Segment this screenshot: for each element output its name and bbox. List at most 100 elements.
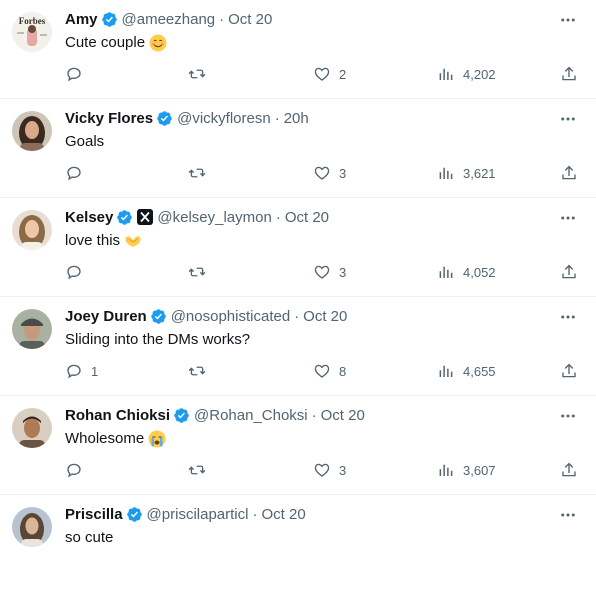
share-icon: [562, 165, 576, 180]
reply-item[interactable]: Vicky Flores @vickyfloresn · 20h Goals 3: [0, 99, 596, 198]
user-name[interactable]: Vicky Flores: [65, 110, 153, 127]
avatar[interactable]: [12, 408, 52, 448]
reply-item[interactable]: Priscilla @priscilaparticl · Oct 20 so c…: [0, 495, 596, 594]
reply-icon: [67, 166, 81, 181]
verified-badge-icon: [117, 209, 133, 225]
user-name[interactable]: Rohan Chioksi: [65, 407, 170, 424]
reply-button[interactable]: [65, 460, 91, 480]
timestamp[interactable]: Oct 20: [285, 209, 329, 226]
retweet-button[interactable]: [188, 361, 206, 381]
like-button[interactable]: 3: [313, 262, 346, 282]
retweet-button[interactable]: [188, 460, 206, 480]
crying-face-emoji: [148, 430, 166, 448]
share-button[interactable]: [560, 460, 578, 480]
avatar[interactable]: [12, 507, 52, 547]
views-button[interactable]: 4,202: [437, 64, 496, 84]
reply-icon: [67, 463, 81, 478]
more-options-icon[interactable]: [558, 109, 578, 129]
timestamp[interactable]: Oct 20: [261, 506, 305, 523]
replies-feed: Forbes Amy @ameezhang · Oct 20 Cute coup…: [0, 0, 596, 561]
more-options-icon[interactable]: [558, 10, 578, 30]
more-options-icon[interactable]: [558, 406, 578, 426]
avatar[interactable]: Forbes: [12, 12, 52, 52]
reply-item[interactable]: Forbes Amy @ameezhang · Oct 20 Cute coup…: [0, 0, 596, 99]
reply-text-content: love this: [65, 232, 121, 249]
reply-button[interactable]: 1: [65, 361, 98, 381]
view-count: 3,621: [463, 165, 496, 181]
action-bar: 1 8 4,655: [0, 361, 596, 381]
views-button[interactable]: 3,607: [437, 460, 496, 480]
reply-count: 1: [91, 363, 99, 379]
like-button[interactable]: 8: [313, 361, 346, 381]
avatar[interactable]: [12, 309, 52, 349]
separator-dot: ·: [311, 406, 317, 424]
share-button[interactable]: [560, 361, 578, 381]
timestamp[interactable]: 20h: [284, 110, 309, 127]
reply-item[interactable]: Rohan Chioksi @Rohan_Choksi · Oct 20 Who…: [0, 396, 596, 495]
heart-icon: [314, 364, 330, 378]
like-count: 3: [339, 264, 347, 280]
views-button[interactable]: 4,655: [437, 361, 496, 381]
share-icon: [562, 462, 576, 477]
like-button[interactable]: 3: [313, 163, 346, 183]
reply-button[interactable]: [65, 262, 91, 282]
views-chart-icon: [439, 266, 453, 278]
reply-icon: [67, 265, 81, 280]
avatar[interactable]: [12, 210, 52, 250]
reply-text: love this: [65, 231, 142, 251]
user-name[interactable]: Amy: [65, 11, 98, 28]
share-button[interactable]: [560, 64, 578, 84]
retweet-button[interactable]: [188, 64, 206, 84]
reply-text: so cute: [65, 528, 113, 548]
view-count: 3,607: [463, 462, 496, 478]
share-button[interactable]: [560, 163, 578, 183]
reply-header: Priscilla @priscilaparticl · Oct 20: [65, 504, 306, 524]
view-count: 4,052: [463, 264, 496, 280]
more-options-icon[interactable]: [558, 208, 578, 228]
reply-button[interactable]: [65, 163, 91, 183]
timestamp[interactable]: Oct 20: [321, 407, 365, 424]
like-count: 2: [339, 66, 347, 82]
retweet-icon: [188, 465, 206, 475]
reply-text-content: Sliding into the DMs works?: [65, 331, 251, 348]
retweet-button[interactable]: [188, 262, 206, 282]
verified-badge-icon: [126, 506, 142, 522]
reply-icon: [67, 67, 81, 82]
timestamp[interactable]: Oct 20: [303, 308, 347, 325]
separator-dot: ·: [274, 109, 280, 127]
views-chart-icon: [439, 464, 453, 476]
more-options-icon[interactable]: [558, 505, 578, 525]
reply-icon: [67, 364, 81, 379]
user-name[interactable]: Joey Duren: [65, 308, 147, 325]
reply-header: Vicky Flores @vickyfloresn · 20h: [65, 108, 309, 128]
retweet-button[interactable]: [188, 163, 206, 183]
user-name[interactable]: Kelsey: [65, 209, 113, 226]
heart-icon: [314, 463, 330, 477]
views-button[interactable]: 4,052: [437, 262, 496, 282]
like-button[interactable]: 2: [313, 64, 346, 84]
views-button[interactable]: 3,621: [437, 163, 496, 183]
heart-icon: [314, 265, 330, 279]
user-handle[interactable]: @priscilaparticl: [147, 506, 249, 523]
user-handle[interactable]: @kelsey_laymon: [157, 209, 271, 226]
more-options-icon[interactable]: [558, 307, 578, 327]
svg-text:Forbes: Forbes: [19, 16, 46, 26]
views-chart-icon: [439, 68, 453, 80]
timestamp[interactable]: Oct 20: [228, 11, 272, 28]
avatar[interactable]: [12, 111, 52, 151]
share-button[interactable]: [560, 262, 578, 282]
user-handle[interactable]: @Rohan_Choksi: [194, 407, 308, 424]
reply-item[interactable]: Joey Duren @nosophisticated · Oct 20 Sli…: [0, 297, 596, 396]
verified-badge-icon: [157, 110, 172, 126]
user-name[interactable]: Priscilla: [65, 506, 123, 523]
user-handle[interactable]: @vickyfloresn: [177, 110, 271, 127]
separator-dot: ·: [294, 307, 300, 325]
reply-header: Amy @ameezhang · Oct 20: [65, 9, 272, 29]
user-handle[interactable]: @nosophisticated: [171, 308, 290, 325]
separator-dot: ·: [219, 10, 225, 28]
like-button[interactable]: 3: [313, 460, 346, 480]
reply-item[interactable]: Kelsey @kelsey_laymon · Oct 20 love this: [0, 198, 596, 297]
user-handle[interactable]: @ameezhang: [122, 11, 216, 28]
view-count: 4,655: [463, 363, 496, 379]
reply-button[interactable]: [65, 64, 91, 84]
